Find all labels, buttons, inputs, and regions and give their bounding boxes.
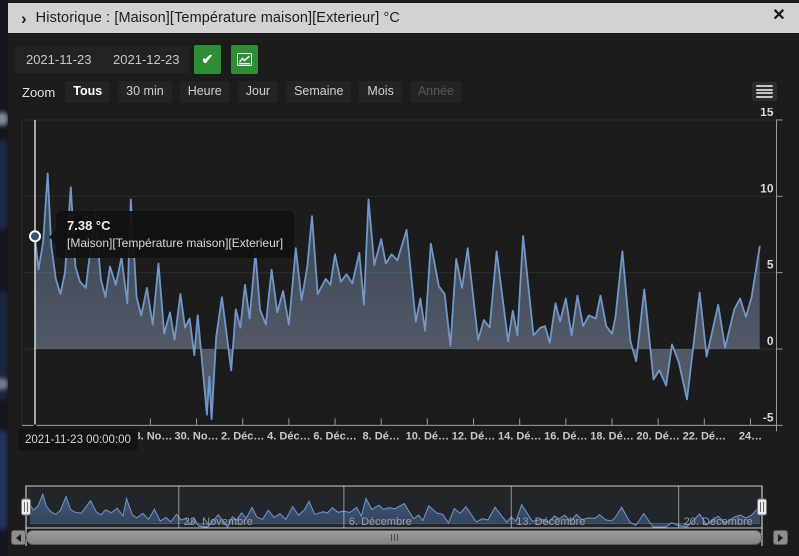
- navigator-right-handle[interactable]: [758, 499, 767, 515]
- export-menu-button[interactable]: [752, 82, 777, 101]
- navigator-axis-label: 20. Décembre: [684, 516, 753, 528]
- y-axis-label: 5: [767, 258, 774, 272]
- zoom-label: Zoom: [22, 85, 55, 100]
- tooltip-value: 7.38 °C: [67, 218, 283, 233]
- date-to-input[interactable]: [103, 46, 191, 73]
- zoom-button-jour[interactable]: Jour: [238, 81, 278, 103]
- x-axis-label: 10. Dé…: [406, 430, 449, 442]
- main-chart[interactable]: 151050-528. No…30. No…2. Déc…4. Déc…6. D…: [0, 108, 799, 460]
- zoom-button-mois[interactable]: Mois: [359, 81, 401, 103]
- modal-titlebar: › Historique : [Maison][Température mais…: [8, 3, 799, 33]
- x-axis-cursor-label: 2021-11-23 00:00:00: [18, 429, 138, 451]
- zoom-button-tous[interactable]: Tous: [65, 81, 110, 103]
- right-arrow-icon: [778, 534, 783, 542]
- y-axis-label: 0: [767, 334, 774, 348]
- x-axis-label: 22. Dé…: [683, 430, 726, 442]
- date-range-panel: [15, 46, 190, 73]
- chart-line-icon: [237, 53, 252, 66]
- y-axis-label: -5: [763, 410, 774, 424]
- tooltip-series-name: [Maison][Température maison][Exterieur]: [67, 236, 283, 250]
- x-axis-label: 16. Dé…: [544, 430, 587, 442]
- x-axis-label: 12. Dé…: [452, 430, 495, 442]
- x-axis-label: 6. Déc…: [313, 430, 356, 442]
- hamburger-icon: [756, 85, 773, 87]
- scrollbar-left-arrow[interactable]: [11, 530, 26, 545]
- chart-tooltip: 7.38 °C [Maison][Température maison][Ext…: [56, 211, 294, 258]
- x-axis-label: 18. Dé…: [590, 430, 633, 442]
- x-axis-label: 8. Dé…: [363, 430, 400, 442]
- zoom-button-heure[interactable]: Heure: [180, 81, 230, 103]
- x-axis-label: 4. Déc…: [267, 430, 310, 442]
- x-axis-label: 2. Déc…: [221, 430, 264, 442]
- scrollbar-thumb[interactable]: [26, 530, 762, 545]
- navigator-axis-label: 6. Décembre: [349, 516, 412, 528]
- x-axis-label: 30. No…: [175, 430, 219, 442]
- date-from-input[interactable]: [15, 46, 103, 73]
- history-dialog-screen: › Historique : [Maison][Température mais…: [0, 0, 799, 556]
- check-icon: ✔: [202, 51, 214, 68]
- horizontal-scrollbar: [10, 530, 789, 546]
- selected-point-marker[interactable]: [30, 231, 40, 241]
- zoom-toolbar: Zoom Tous 30 min Heure Jour Semaine Mois Année: [22, 81, 462, 103]
- x-axis-label: 24…: [739, 430, 762, 442]
- y-axis-label: 15: [760, 108, 774, 119]
- left-arrow-icon: [16, 534, 21, 542]
- open-graph-button[interactable]: [231, 45, 258, 74]
- navigator-axis-label: 29. Novembre: [184, 516, 253, 528]
- navigator-left-handle[interactable]: [22, 499, 31, 515]
- x-axis-label: 20. Dé…: [636, 430, 679, 442]
- dialog-title: Historique : [Maison][Température maison…: [36, 10, 400, 26]
- scrollbar-right-arrow[interactable]: [773, 530, 788, 545]
- y-axis-label: 10: [760, 181, 774, 195]
- navigator-axis-label: 13. Décembre: [516, 516, 585, 528]
- zoom-button-semaine[interactable]: Semaine: [286, 81, 351, 103]
- apply-dates-button[interactable]: ✔: [194, 45, 221, 74]
- zoom-button-ann-e: Année: [410, 81, 462, 103]
- x-axis-label: 14. Dé…: [498, 430, 541, 442]
- chevron-right-icon: ›: [21, 10, 27, 27]
- zoom-button-30-min[interactable]: 30 min: [118, 81, 172, 103]
- close-button[interactable]: ✕: [768, 5, 790, 27]
